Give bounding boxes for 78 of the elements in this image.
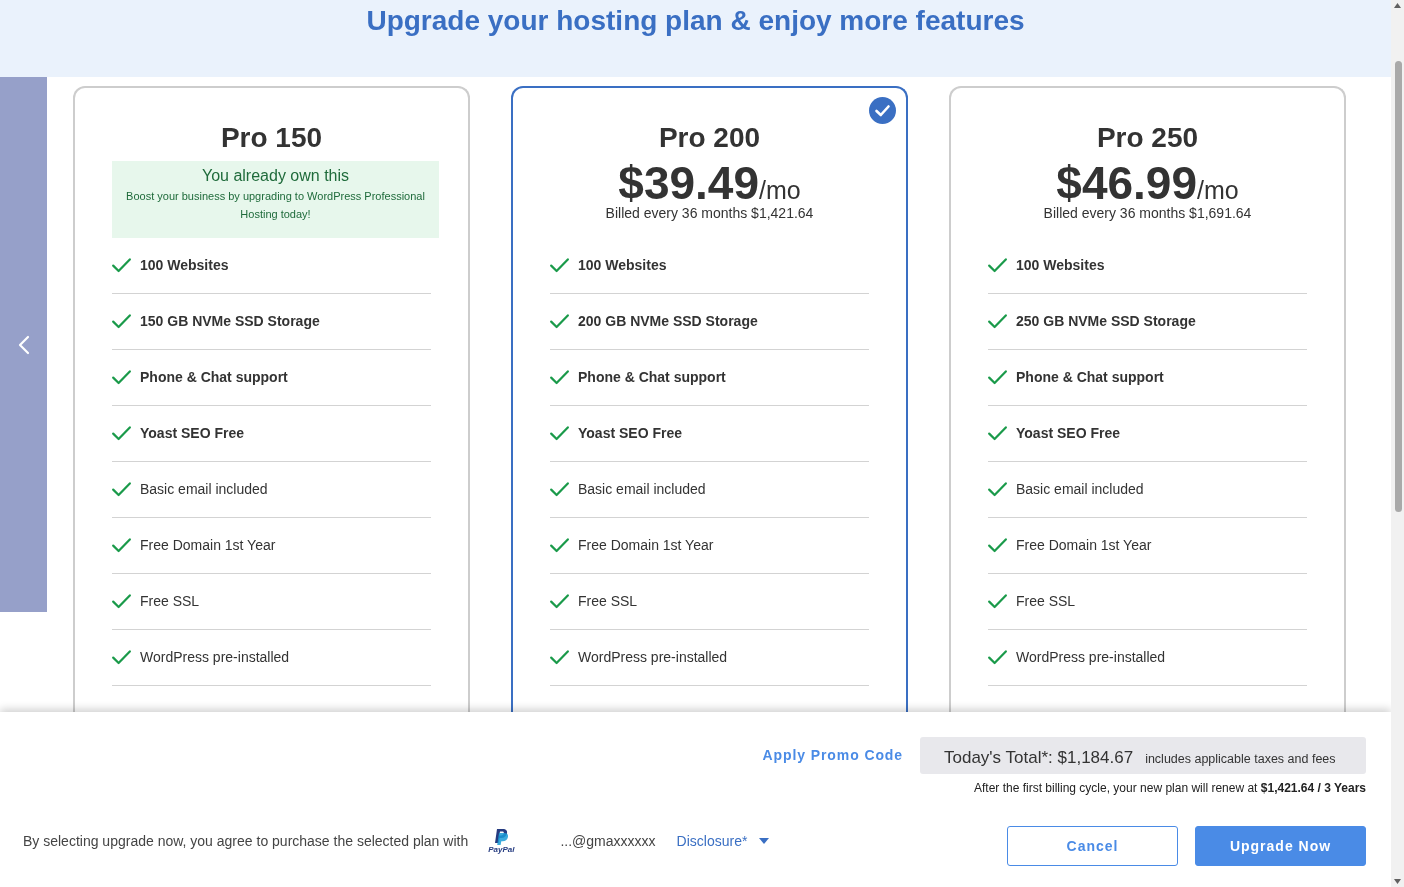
billing-text: Billed every 36 months $1,691.64	[1042, 205, 1253, 222]
price-period: /mo	[759, 176, 801, 204]
check-icon	[550, 482, 569, 497]
check-icon	[988, 594, 1007, 609]
feature-text: Free Domain 1st Year	[1016, 536, 1152, 555]
feature-text: Basic email included	[140, 480, 268, 499]
check-icon	[112, 482, 131, 497]
feature-text: Free SSL	[140, 592, 200, 611]
disclosure-link[interactable]: Disclosure*	[676, 830, 770, 852]
check-icon	[550, 594, 569, 609]
plan-name: Pro 150	[219, 121, 324, 155]
notice-text: Boost your business by upgrading to WordPress Professional Hosting today!	[125, 189, 426, 222]
feature-text: Basic email included	[578, 480, 706, 499]
check-icon	[112, 370, 131, 385]
feature-text: 100 Websites	[140, 256, 229, 275]
payment-method-label: PayPal	[488, 844, 515, 854]
check-icon	[988, 538, 1007, 553]
check-icon	[988, 482, 1007, 497]
check-icon	[988, 650, 1007, 665]
account-email: ...@gmaxxxxxx	[560, 831, 656, 851]
check-circle-icon	[869, 97, 896, 124]
check-icon	[988, 426, 1007, 441]
logo-mark-icon	[494, 828, 509, 845]
caret-down-icon	[759, 838, 770, 844]
total-note: includes applicable taxes and fees	[1145, 751, 1336, 768]
feature-text: Free SSL	[1016, 592, 1076, 611]
check-icon	[550, 650, 569, 665]
plan-card[interactable]: Pro 250 $46.99/mo Billed every 36 months $1,691.64 100 Websites 250 GB NVMe SSD Storage Phone & Chat support Yoast SEO Free Basic email included Free Domain 1st Year Free SSL WordPress pre-installed	[949, 86, 1346, 712]
feature-text: Yoast SEO Free	[140, 424, 244, 443]
check-icon	[550, 426, 569, 441]
plan-card[interactable]: Pro 200 $39.49/mo Billed every 36 months $1,421.64 100 Websites 200 GB NVMe SSD Storage Phone & Chat support Yoast SEO Free Basic email included Free Domain 1st Year Free SSL WordPress pre-installed	[511, 86, 908, 712]
promo-code-link[interactable]: Apply Promo Code	[762, 745, 903, 766]
price-period: /mo	[1197, 176, 1239, 204]
check-icon	[112, 426, 131, 441]
feature-text: 100 Websites	[1016, 256, 1105, 275]
agreement-text: By selecting upgrade now, you agree to purchase the selected plan with	[23, 831, 469, 851]
check-icon	[550, 258, 569, 273]
check-icon	[988, 314, 1007, 329]
feature-text: Phone & Chat support	[140, 368, 288, 387]
feature-text: Phone & Chat support	[578, 368, 726, 387]
feature-text: WordPress pre-installed	[578, 648, 728, 667]
feature-text: WordPress pre-installed	[140, 648, 290, 667]
upgrade-button[interactable]: Upgrade Now	[1195, 826, 1366, 866]
plan-card[interactable]	[73, 86, 470, 712]
plan-name: Pro 250	[1095, 121, 1200, 155]
feature-text: Free Domain 1st Year	[578, 536, 714, 555]
feature-text: Basic email included	[1016, 480, 1144, 499]
price-amount: $46.99	[1056, 160, 1197, 206]
scrollbar[interactable]	[1391, 0, 1404, 887]
chevron-left-icon	[17, 334, 30, 355]
feature-text: Yoast SEO Free	[578, 424, 682, 443]
feature-text: Free SSL	[578, 592, 638, 611]
check-icon	[112, 650, 131, 665]
check-icon	[112, 538, 131, 553]
plan-name: Pro 200	[657, 121, 762, 155]
renewal-note: After the first billing cycle, your new plan will renew at $1,421.64 / 3 Years	[974, 780, 1366, 796]
feature-text: 150 GB NVMe SSD Storage	[140, 312, 320, 331]
price-amount: $39.49	[618, 160, 759, 206]
notice-title: You already own this	[200, 166, 351, 186]
feature-text: Free Domain 1st Year	[140, 536, 276, 555]
check-icon	[988, 370, 1007, 385]
feature-text: 200 GB NVMe SSD Storage	[578, 312, 758, 331]
check-icon	[988, 258, 1007, 273]
check-icon	[550, 314, 569, 329]
cancel-button[interactable]: Cancel	[1007, 826, 1178, 866]
check-icon	[550, 538, 569, 553]
total-amount: Today's Total*: $1,184.67	[944, 747, 1134, 769]
feature-text: 100 Websites	[578, 256, 667, 275]
check-icon	[112, 594, 131, 609]
feature-text: 250 GB NVMe SSD Storage	[1016, 312, 1196, 331]
check-icon	[112, 258, 131, 273]
feature-text: Phone & Chat support	[1016, 368, 1164, 387]
check-icon	[112, 314, 131, 329]
check-icon	[550, 370, 569, 385]
feature-text: WordPress pre-installed	[1016, 648, 1166, 667]
billing-text: Billed every 36 months $1,421.64	[604, 205, 815, 222]
page-title: Upgrade your hosting plan & enjoy more features	[366, 4, 1025, 38]
feature-text: Yoast SEO Free	[1016, 424, 1120, 443]
